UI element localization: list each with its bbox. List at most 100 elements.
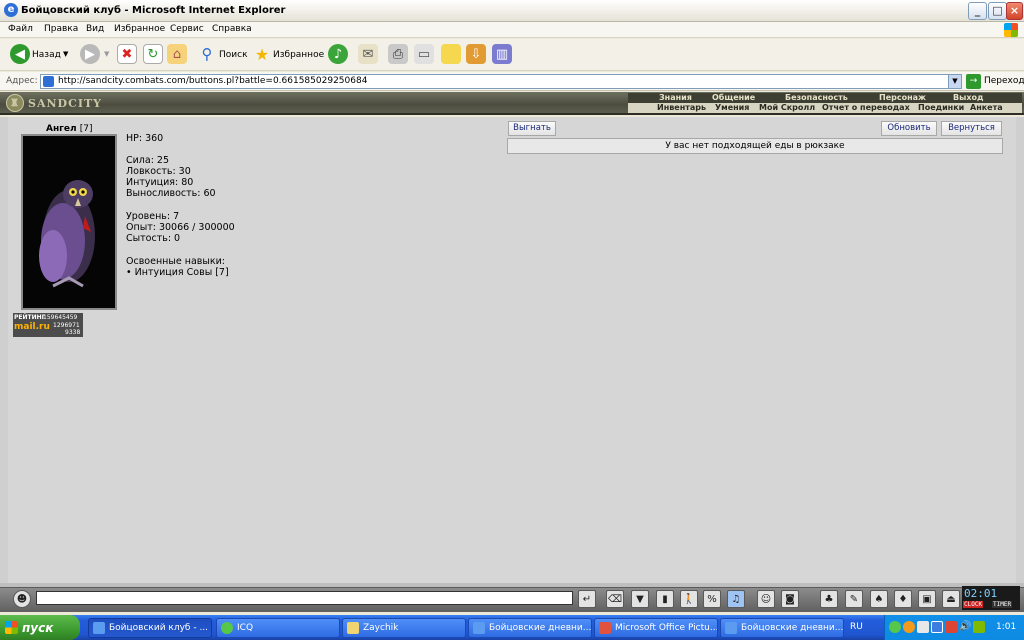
character-name[interactable]: Ангел [7] (46, 124, 92, 134)
subnav-profile[interactable]: Анкета (970, 103, 1003, 112)
refresh-button[interactable]: Обновить (881, 121, 937, 136)
stat-satiety: Сытость: 0 (126, 233, 181, 244)
exit-icon[interactable]: ⏏ (942, 590, 960, 608)
address-input[interactable]: http://sandcity.combats.com/buttons.pl?b… (40, 74, 962, 89)
tray-antivirus-icon[interactable] (917, 621, 929, 633)
favorites-star-icon[interactable]: ★ (252, 44, 272, 64)
nav-character[interactable]: Персонаж (879, 93, 926, 102)
search-icon[interactable]: ⚲ (197, 44, 217, 64)
kick-button[interactable]: Выгнать (508, 121, 556, 136)
mask-icon[interactable]: ♠ (870, 590, 888, 608)
walker-icon[interactable]: 🚶 (680, 590, 698, 608)
nav-exit[interactable]: Выход (953, 93, 983, 102)
task-office-picture[interactable]: Microsoft Office Pictu... (594, 618, 718, 638)
address-dropdown-icon[interactable]: ▼ (948, 74, 962, 89)
clock-timer[interactable]: 02:01 CLOCK TIMER (962, 586, 1020, 610)
back-dropdown-icon[interactable]: ▼ (63, 50, 68, 58)
forward-arrow-icon[interactable]: ▶ (80, 44, 100, 64)
task-label: Microsoft Office Pictu... (615, 623, 718, 633)
menu-file[interactable]: Файл (8, 24, 33, 34)
chat-avatar-icon[interactable]: ☻ (13, 590, 31, 608)
stat-intuition: Интуиция: 80 (126, 177, 194, 188)
lock-icon[interactable]: ▣ (918, 590, 936, 608)
windows-flag-icon (5, 621, 18, 634)
stat-strength: Сила: 25 (126, 155, 170, 166)
search-button-label[interactable]: Поиск (219, 50, 248, 60)
tray-firewall-icon[interactable] (903, 621, 915, 633)
menu-view[interactable]: Вид (86, 24, 104, 34)
rating-n1: 159645459 (43, 314, 78, 321)
forward-dropdown-icon[interactable]: ▼ (104, 50, 109, 58)
nav-knowledge[interactable]: Знания (659, 93, 692, 102)
mailru-rating-counter[interactable]: РЕЙТИНГ 159645459 mail.ru 1296971 9338 (13, 313, 83, 337)
book-icon[interactable]: ▮ (656, 590, 674, 608)
character-avatar[interactable] (21, 134, 117, 310)
task-label: Zaychik (363, 623, 399, 633)
print-icon[interactable]: ⎙ (388, 44, 408, 64)
favorites-button-label[interactable]: Избранное (273, 50, 324, 60)
stat-hp: HP: 360 (126, 133, 164, 144)
messenger-icon[interactable]: ⇩ (466, 44, 486, 64)
filter-icon[interactable]: ▼ (631, 590, 649, 608)
notes-icon[interactable] (441, 44, 461, 64)
nav-social[interactable]: Общение (712, 93, 755, 102)
smile-icon[interactable]: ☺ (757, 590, 775, 608)
back-button-label[interactable]: Назад (32, 50, 61, 60)
tray-volume-icon[interactable]: 🔊 (959, 621, 971, 633)
research-icon[interactable]: ▥ (492, 44, 512, 64)
subnav-transfer-report[interactable]: Отчет о переводах (822, 103, 910, 112)
edit-icon[interactable]: ▭ (414, 44, 434, 64)
menu-help[interactable]: Справка (212, 24, 252, 34)
eraser-icon[interactable]: ⌫ (606, 590, 624, 608)
menu-tools[interactable]: Сервис (170, 24, 204, 34)
character-level-tag: [7] (79, 124, 93, 134)
tray-network-icon[interactable] (931, 621, 943, 633)
chat-window-icon[interactable]: ◙ (781, 590, 799, 608)
mail-icon[interactable]: ✉ (358, 44, 378, 64)
menu-favorites[interactable]: Избранное (114, 24, 165, 34)
windows-logo-icon (1004, 23, 1018, 37)
tray-display-icon[interactable] (973, 621, 985, 633)
skill-item: • Интуиция Совы [7] (126, 267, 229, 278)
tray-clock[interactable]: 1:01 (996, 622, 1016, 632)
icq-flower-icon (221, 622, 233, 634)
home-icon[interactable]: ⌂ (167, 44, 187, 64)
minimize-button[interactable]: _ (968, 2, 987, 20)
media-icon[interactable]: ♪ (328, 44, 348, 64)
task-diaries-2[interactable]: Бойцовские дневни... (720, 618, 844, 638)
stop-icon[interactable]: ✖ (117, 44, 137, 64)
tray-security-icon[interactable] (945, 621, 957, 633)
percent-icon[interactable]: % (703, 590, 721, 608)
nav-security[interactable]: Безопасность (785, 93, 848, 102)
back-arrow-icon[interactable]: ◀ (10, 44, 30, 64)
stat-experience: Опыт: 30066 / 300000 (126, 222, 235, 233)
subnav-inventory[interactable]: Инвентарь (657, 103, 706, 112)
close-button[interactable]: × (1006, 2, 1023, 20)
language-indicator[interactable]: RU (850, 622, 863, 632)
go-button-label[interactable]: Переход (984, 76, 1024, 86)
task-icq[interactable]: ICQ (216, 618, 340, 638)
task-zaychik[interactable]: Zaychik (342, 618, 466, 638)
music-icon[interactable]: ♫ (727, 590, 745, 608)
return-button[interactable]: Вернуться (941, 121, 1002, 136)
refresh-icon[interactable]: ↻ (143, 44, 163, 64)
enter-icon[interactable]: ↵ (578, 590, 596, 608)
go-arrow-icon[interactable]: → (966, 74, 981, 89)
subnav-skills[interactable]: Умения (715, 103, 749, 112)
subnav-my-scroll[interactable]: Мой Скролл (759, 103, 815, 112)
chat-input[interactable] (36, 591, 573, 605)
bag-icon[interactable]: ♣ (820, 590, 838, 608)
maximize-button[interactable]: □ (988, 2, 1007, 20)
skills-header: Освоенные навыки: (126, 256, 225, 267)
ie-task-icon (93, 622, 105, 634)
shield-small-icon[interactable]: ♦ (894, 590, 912, 608)
menu-edit[interactable]: Правка (44, 24, 78, 34)
tray-icq-icon[interactable] (889, 621, 901, 633)
ie-task-icon (725, 622, 737, 634)
task-diaries-1[interactable]: Бойцовские дневни... (468, 618, 592, 638)
task-ie-fightclub[interactable]: Бойцовский клуб - ... (88, 618, 212, 638)
task-label: ICQ (237, 623, 254, 633)
subnav-battles[interactable]: Поединки (918, 103, 964, 112)
start-button[interactable]: пуск (0, 615, 80, 640)
scroll-icon[interactable]: ✎ (845, 590, 863, 608)
